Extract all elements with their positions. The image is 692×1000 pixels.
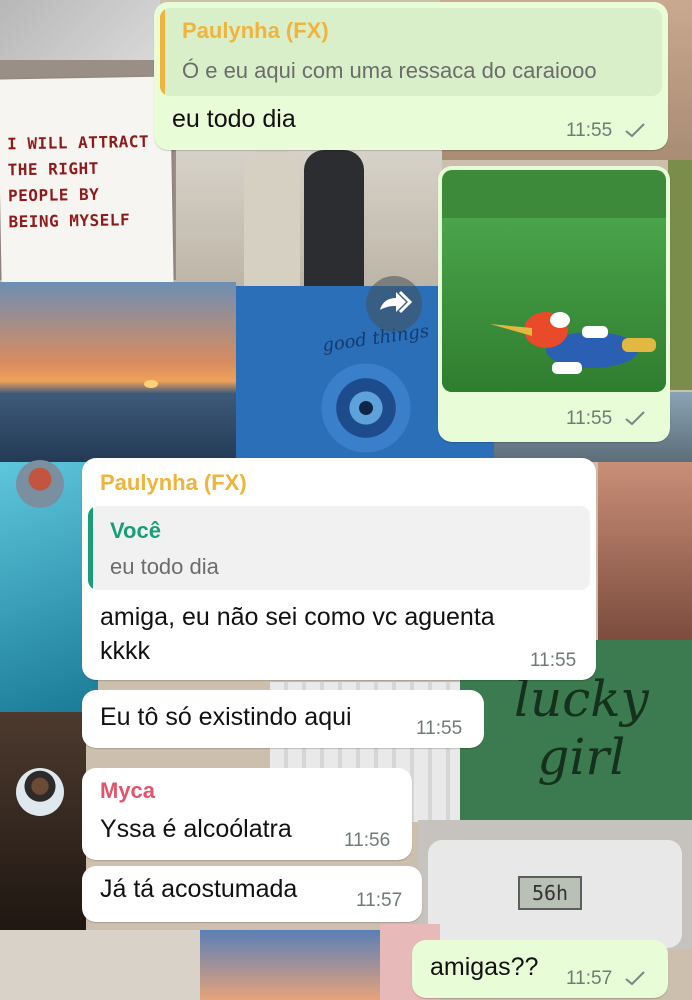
avatar-myca[interactable]: [16, 768, 64, 816]
wallpaper-photo: [668, 160, 692, 390]
scale-display: 56h: [518, 876, 582, 910]
sender-name: Myca: [100, 778, 156, 803]
woodpecker-image: [490, 312, 656, 374]
wallpaper-concert-photo: [598, 462, 692, 642]
wallpaper-couple-photo: [176, 150, 442, 290]
evil-eye-icon: [314, 356, 418, 460]
message-text: amiga, eu não sei como vc aguenta kkkk: [100, 603, 495, 665]
wallpaper-scale-photo: 56h: [418, 820, 692, 950]
sticker-image[interactable]: [442, 170, 666, 392]
check-icon: [625, 971, 645, 986]
message-text: amigas??: [430, 953, 539, 981]
wallpaper-sunset-photo: [0, 282, 236, 462]
quoted-message[interactable]: Você eu todo dia: [88, 506, 590, 590]
message-text: Eu tô só existindo aqui: [100, 703, 352, 731]
wallpaper-photo: [200, 930, 380, 1000]
note-handwriting: I WILL ATTRACT THE RIGHT PEOPLE BY BEING…: [6, 131, 150, 232]
message-text: Já tá acostumada: [100, 875, 298, 903]
message-bubble-incoming[interactable]: Já tá acostumada 11:57: [82, 866, 422, 922]
message-time: 11:57: [356, 890, 403, 911]
wallpaper-photo: [0, 0, 160, 60]
lucky-girl-text: lucky girl: [514, 670, 649, 786]
message-text: Yssa é alcoólatra: [100, 815, 292, 843]
quoted-text: eu todo dia: [110, 554, 219, 579]
wallpaper-note-photo: I WILL ATTRACT THE RIGHT PEOPLE BY BEING…: [0, 60, 176, 306]
message-bubble-image-outgoing[interactable]: 11:55: [438, 166, 670, 442]
message-time: 11:56: [344, 830, 391, 851]
message-bubble-outgoing[interactable]: amigas?? 11:57: [412, 940, 668, 998]
message-time: 11:55: [566, 408, 613, 429]
message-time: 11:55: [416, 718, 463, 739]
wallpaper-photo: [0, 930, 200, 1000]
message-bubble-outgoing[interactable]: Paulynha (FX) Ó e eu aqui com uma ressac…: [154, 2, 668, 150]
quoted-sender-name: Paulynha (FX): [182, 18, 329, 43]
quoted-sender-name: Você: [110, 518, 161, 543]
message-bubble-incoming[interactable]: Myca Yssa é alcoólatra 11:56: [82, 768, 412, 860]
message-time: 11:55: [566, 120, 613, 141]
message-text: eu todo dia: [172, 105, 296, 133]
message-time: 11:57: [566, 968, 613, 989]
avatar-paulynha[interactable]: [16, 460, 64, 508]
quoted-message[interactable]: Paulynha (FX) Ó e eu aqui com uma ressac…: [160, 8, 662, 96]
message-bubble-incoming[interactable]: Paulynha (FX) Você eu todo dia amiga, eu…: [82, 458, 596, 680]
message-bubble-incoming[interactable]: Eu tô só existindo aqui 11:55: [82, 690, 484, 748]
check-icon: [625, 411, 645, 426]
sender-name: Paulynha (FX): [100, 470, 247, 495]
forward-button[interactable]: [366, 276, 422, 332]
message-time: 11:55: [530, 650, 577, 671]
wallpaper-room-photo: [0, 712, 86, 930]
check-icon: [625, 123, 645, 138]
quoted-text: Ó e eu aqui com uma ressaca do caraiooo: [182, 58, 597, 83]
forward-icon: [380, 290, 413, 314]
